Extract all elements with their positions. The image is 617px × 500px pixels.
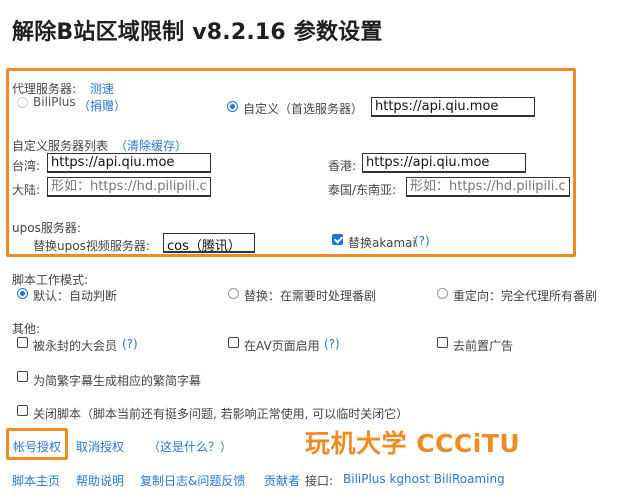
revoke-authorization-link[interactable]: 取消授权: [76, 438, 124, 455]
mode-label: 脚本工作模式:: [12, 273, 89, 287]
banned-vip-label: 被永封的大会员: [33, 339, 118, 353]
subtitle-checkbox[interactable]: [17, 371, 28, 382]
footer-copy-log-link[interactable]: 复制日志&问题反馈: [140, 472, 245, 489]
subtitle-label: 为简繁字幕生成相应的繁简字幕: [33, 374, 202, 388]
footer-api-list[interactable]: BiliPlus kghost BiliRoaming: [343, 472, 505, 486]
custom-server-label: 自定义（首选服务器）: [243, 102, 364, 116]
what-is-this-link[interactable]: （这是什么？）: [148, 438, 232, 455]
thailand-server-input[interactable]: [406, 177, 570, 197]
mode-default-label: 默认：自动判断: [33, 289, 118, 303]
clear-cache-link[interactable]: （清除缓存）: [115, 137, 187, 154]
authorize-account-link[interactable]: 帐号授权: [13, 438, 61, 455]
remove-ads-label: 去前置广告: [453, 339, 514, 353]
radio-custom-server[interactable]: [227, 101, 238, 112]
thailand-label: 泰国/东南亚:: [328, 183, 397, 197]
akamai-help-link[interactable]: (?): [414, 234, 430, 248]
upos-replace-label: 替换upos视频服务器:: [33, 239, 150, 253]
av-page-label: 在AV页面启用: [244, 339, 320, 353]
footer-help-link[interactable]: 帮助说明: [76, 472, 124, 489]
radio-mode-replace[interactable]: [228, 288, 239, 299]
hongkong-label: 香港:: [328, 159, 357, 173]
taiwan-server-input[interactable]: [47, 153, 211, 173]
biliplus-label: BiliPlus: [33, 95, 76, 109]
remove-ads-checkbox[interactable]: [437, 337, 448, 348]
mainland-server-input[interactable]: [47, 177, 211, 197]
watermark-text: 玩机大学 CCCiTU: [305, 429, 521, 458]
other-label: 其他:: [12, 322, 41, 336]
taiwan-label: 台湾:: [12, 159, 41, 173]
footer-contributors-link[interactable]: 贡献者: [264, 472, 300, 489]
upos-server-select[interactable]: cos（腾讯）: [163, 233, 255, 253]
mode-replace-label: 替换：在需要时处理番剧: [244, 289, 377, 303]
disable-script-label: 关闭脚本（脚本当前还有挺多问题, 若影响正常使用, 可以临时关闭它）: [33, 407, 409, 421]
upos-label: upos服务器:: [12, 221, 81, 235]
akamai-checkbox[interactable]: [332, 234, 343, 245]
hongkong-server-input[interactable]: [362, 153, 526, 173]
av-page-checkbox[interactable]: [228, 337, 239, 348]
footer-api-label: 接口:: [305, 474, 334, 488]
donate-link[interactable]: （捐赠）: [78, 97, 126, 114]
custom-list-label: 自定义服务器列表: [12, 139, 109, 153]
mainland-label: 大陆:: [12, 183, 41, 197]
mode-redirect-label: 重定向：完全代理所有番剧: [453, 289, 598, 303]
akamai-label: 替换akamai: [348, 236, 416, 250]
custom-server-input[interactable]: [371, 97, 535, 117]
banned-vip-checkbox[interactable]: [17, 337, 28, 348]
av-page-help-link[interactable]: (?): [324, 337, 340, 351]
speed-test-link[interactable]: 测速: [90, 80, 114, 97]
radio-mode-redirect[interactable]: [437, 288, 448, 299]
disable-script-checkbox[interactable]: [17, 405, 28, 416]
page-title: 解除B站区域限制 v8.2.16 参数设置: [12, 20, 383, 45]
banned-vip-help-link[interactable]: (?): [122, 337, 138, 351]
radio-biliplus[interactable]: [17, 97, 28, 108]
radio-mode-default[interactable]: [17, 288, 28, 299]
footer-home-link[interactable]: 脚本主页: [12, 472, 60, 489]
